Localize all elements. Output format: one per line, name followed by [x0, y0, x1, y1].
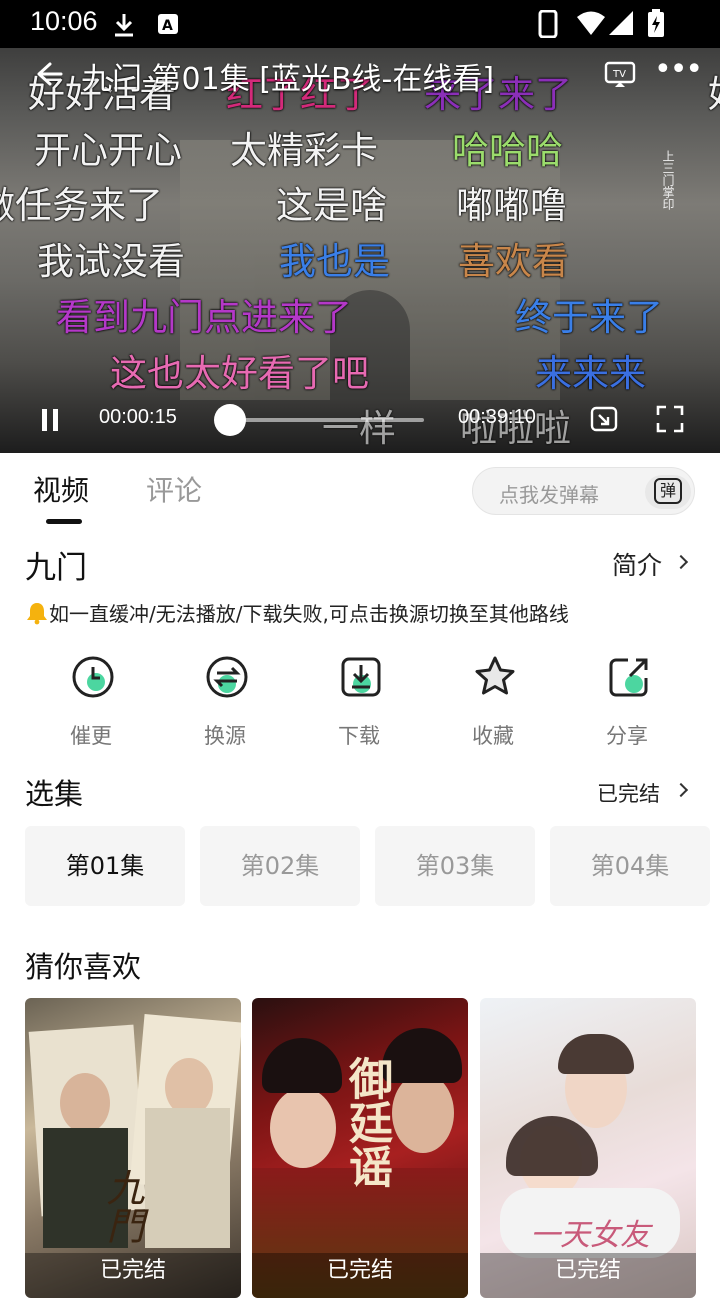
card-status-tag: 已完结: [252, 1253, 468, 1298]
player-controls: 00:00:15 00:39:10: [0, 395, 720, 445]
danmaku-item: 终于来了: [515, 296, 663, 339]
share-icon: [609, 658, 648, 697]
danmaku-item: 看到九门点进来了: [56, 296, 352, 339]
recommend-card[interactable]: 一天女友 已完结: [480, 998, 696, 1298]
danmaku-item: 来来来: [535, 352, 646, 395]
poster-hat: [262, 1038, 342, 1093]
current-time: 00:00:15: [99, 406, 177, 428]
episodes-title: 选集: [25, 777, 84, 811]
danmaku-item: 我也是: [279, 240, 390, 283]
bell-icon: [27, 603, 47, 625]
switch-source-icon: [206, 656, 248, 698]
action-download[interactable]: 下载: [314, 654, 404, 754]
status-time: 10:06: [30, 6, 98, 36]
action-switch-source[interactable]: 换源: [180, 654, 270, 754]
fullscreen-icon[interactable]: [656, 405, 684, 433]
intro-label: 简介: [612, 551, 663, 580]
danmaku-toggle-icon[interactable]: 弹: [645, 475, 691, 509]
intro-link[interactable]: 简介: [612, 546, 662, 582]
episode-item[interactable]: 第04集: [550, 826, 710, 906]
danmaku-item: 我试没看: [37, 240, 185, 283]
action-label: 收藏: [472, 724, 514, 748]
danmaku-item: 做任务来了: [0, 184, 163, 227]
show-name: 九门: [25, 550, 87, 586]
poster-title: 御廷谣: [341, 1056, 392, 1188]
poster-figure: [145, 1108, 230, 1248]
danmaku-item: 哈哈哈: [452, 129, 563, 172]
svg-text:TV: TV: [612, 69, 626, 80]
action-label: 换源: [204, 724, 246, 748]
back-arrow-icon[interactable]: [30, 56, 66, 92]
content-tabs: 视频 评论 点我发弹幕 弹: [0, 453, 720, 533]
episode-item[interactable]: 第02集: [200, 826, 360, 906]
download-icon: [341, 657, 381, 697]
episode-item[interactable]: 第01集: [25, 826, 185, 906]
video-player[interactable]: 上三门掌印 好好活着 红了红了 来了来了 好 开心开心 太精彩卡 哈哈哈 做任务…: [0, 0, 720, 453]
action-label: 催更: [70, 724, 112, 748]
chevron-right-icon: [673, 782, 689, 798]
svg-text:A: A: [162, 18, 173, 34]
phone-status-icon: [538, 10, 558, 38]
recommend-title: 猜你喜欢: [25, 950, 142, 984]
tab-indicator: [46, 519, 82, 524]
more-options-icon[interactable]: •••: [654, 55, 703, 88]
clock-icon: [72, 656, 114, 698]
poster-face: [392, 1073, 454, 1153]
action-favorite[interactable]: 收藏: [448, 654, 538, 754]
pause-icon[interactable]: [37, 407, 63, 433]
action-label: 下载: [338, 724, 380, 748]
total-time: 00:39:10: [458, 406, 536, 428]
tab-comments[interactable]: 评论: [146, 469, 202, 509]
card-status-tag: 已完结: [25, 1253, 241, 1298]
tab-video[interactable]: 视频: [33, 469, 89, 509]
poster-face: [270, 1088, 336, 1168]
video-seal-text: 上三门掌印: [661, 150, 675, 210]
danmaku-icon-label: 弹: [654, 478, 682, 504]
action-catchup[interactable]: 催更: [46, 654, 136, 754]
danmaku-input-placeholder: 点我发弹幕: [499, 483, 599, 507]
danmaku-send-button[interactable]: 点我发弹幕 弹: [472, 467, 695, 515]
poster-title: 一天女友: [530, 1218, 650, 1253]
episodes-status-link[interactable]: 已完结: [597, 778, 660, 808]
danmaku-item: 这是啥: [276, 184, 387, 227]
status-bar: 10:06 A: [0, 0, 720, 48]
poster-title: 九門: [100, 1168, 144, 1244]
poster-face: [60, 1073, 110, 1133]
download-status-icon: [115, 14, 133, 37]
card-status-tag: 已完结: [480, 1253, 696, 1298]
notice-text: 如一直缓冲/无法播放/下载失败,可点击换源切换至其他路线: [25, 598, 569, 627]
font-status-icon: A: [158, 14, 178, 34]
recommend-card[interactable]: 九門 已完结: [25, 998, 241, 1298]
wifi-icon: [577, 11, 605, 35]
danmaku-item: 开心开心: [34, 129, 182, 172]
progress-thumb[interactable]: [214, 404, 246, 436]
cast-tv-icon[interactable]: TV: [604, 60, 636, 88]
recommend-card[interactable]: 御廷谣 已完结: [252, 998, 468, 1298]
action-share[interactable]: 分享: [582, 654, 672, 754]
danmaku-item: 嘟嘟噜: [456, 184, 567, 227]
player-top-bar: 九门 第01集 [蓝光B线-在线看] TV •••: [0, 50, 720, 100]
danmaku-item: 喜欢看: [458, 240, 569, 283]
progress-track[interactable]: [231, 418, 424, 422]
danmaku-item: 太精彩卡: [230, 129, 378, 172]
chevron-right-icon: [673, 554, 689, 570]
picture-in-picture-icon[interactable]: [590, 405, 618, 433]
notice-message: 如一直缓冲/无法播放/下载失败,可点击换源切换至其他路线: [49, 602, 569, 626]
danmaku-item: 这也太好看了吧: [110, 352, 369, 395]
signal-icon: [609, 11, 633, 35]
video-title: 九门 第01集 [蓝光B线-在线看]: [82, 62, 495, 97]
episode-item[interactable]: 第03集: [375, 826, 535, 906]
action-label: 分享: [606, 724, 648, 748]
battery-icon: [648, 9, 664, 37]
star-icon: [475, 656, 515, 695]
poster-hair: [558, 1034, 634, 1074]
